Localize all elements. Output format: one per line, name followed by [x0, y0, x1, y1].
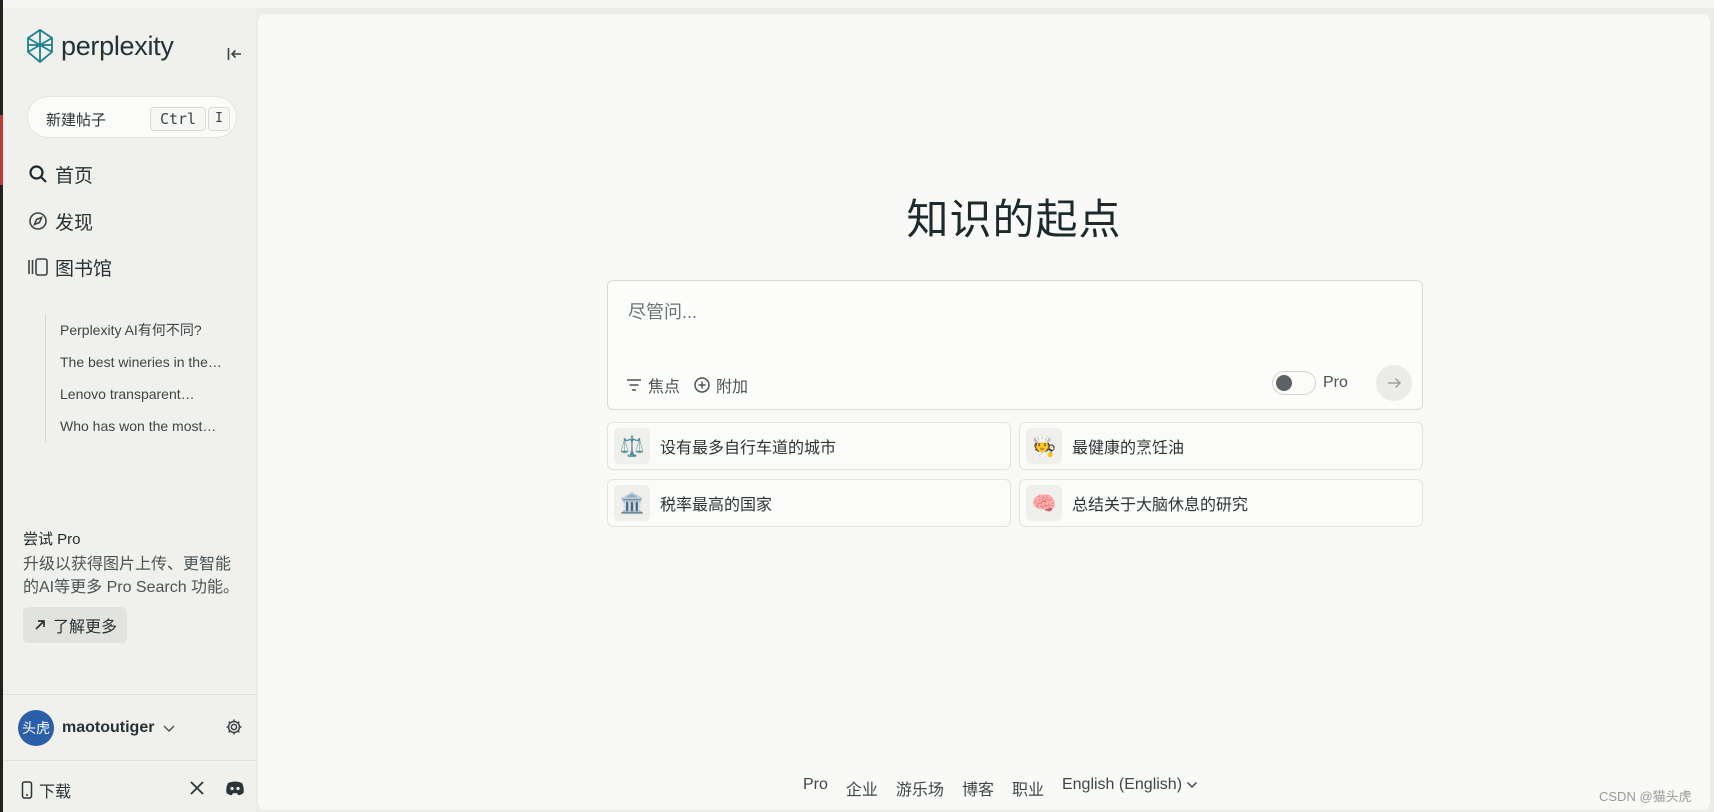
x-logo-icon — [190, 781, 204, 795]
attach-button[interactable]: 附加 — [694, 373, 748, 397]
logo[interactable]: perplexity — [25, 28, 174, 64]
suggestion-text: 总结关于大脑休息的研究 — [1072, 497, 1249, 514]
library-thread-list: Perplexity AI有何不同? The best wineries in … — [45, 314, 246, 442]
chevron-down-icon — [163, 725, 175, 733]
collapse-icon — [227, 48, 241, 60]
watermark: CSDN @猫头虎 — [1599, 789, 1692, 804]
nav-home[interactable]: 首页 — [27, 159, 93, 189]
library-item[interactable]: The best wineries in the… — [46, 346, 240, 378]
discord-icon — [226, 781, 244, 796]
footer-link-playground[interactable]: 游乐场 — [896, 776, 944, 800]
chef-icon: 🧑‍🍳 — [1026, 428, 1062, 464]
collapse-sidebar-button[interactable] — [225, 44, 245, 64]
nav-library[interactable]: 图书馆 — [27, 252, 112, 282]
promo-title: 尝试 Pro — [23, 531, 81, 548]
settings-button[interactable] — [225, 718, 245, 738]
main-panel: 知识的起点 焦点 附加 Pro ⚖️ 设有最多自行车道的城市 🧑‍🍳 最健康的烹… — [258, 14, 1710, 810]
download-button[interactable]: 下载 — [21, 778, 71, 802]
focus-button[interactable]: 焦点 — [626, 373, 680, 397]
submit-button[interactable] — [1376, 365, 1412, 401]
focus-label: 焦点 — [648, 379, 681, 396]
library-item[interactable]: Lenovo transparent… — [46, 378, 240, 410]
pro-label: Pro — [1323, 374, 1348, 391]
divider — [3, 694, 256, 695]
suggestion-text: 设有最多自行车道的城市 — [660, 440, 837, 457]
shortcut-key-ctrl: Ctrl — [150, 107, 206, 131]
suggestion-text: 最健康的烹饪油 — [1072, 440, 1185, 457]
username: maotoutiger — [62, 719, 155, 736]
language-label: English (English) — [1061, 776, 1183, 793]
filter-icon — [627, 379, 641, 391]
classical-building-icon: 🏛️ — [614, 485, 650, 521]
scales-icon: ⚖️ — [614, 428, 650, 464]
search-icon — [27, 163, 49, 185]
suggestion-text: 税率最高的国家 — [660, 497, 773, 514]
pro-toggle[interactable] — [1272, 371, 1316, 395]
footer-link-blog[interactable]: 博客 — [962, 776, 994, 800]
toggle-knob — [1276, 375, 1292, 391]
ask-box: 焦点 附加 Pro — [607, 280, 1423, 410]
new-thread-button[interactable]: 新建帖子 Ctrl I — [27, 96, 237, 138]
divider — [3, 760, 256, 761]
discord-link[interactable] — [225, 780, 247, 798]
plus-circle-icon — [694, 377, 710, 393]
arrow-up-right-icon — [35, 620, 45, 630]
library-item[interactable]: Who has won the most… — [46, 410, 240, 442]
chevron-down-icon — [1187, 781, 1198, 789]
ask-input[interactable] — [626, 301, 1230, 324]
language-selector[interactable]: English (English) — [1062, 776, 1199, 800]
library-item[interactable]: Perplexity AI有何不同? — [46, 314, 240, 346]
page-title: 知识的起点 — [906, 196, 1122, 243]
nav-library-label: 图书馆 — [55, 258, 113, 280]
suggestion-chip[interactable]: 🧠 总结关于大脑休息的研究 — [1019, 479, 1423, 527]
library-icon — [27, 256, 49, 278]
avatar: 头虎 — [18, 710, 54, 746]
suggestion-chip[interactable]: ⚖️ 设有最多自行车道的城市 — [607, 422, 1011, 470]
footer-links: Pro 企业 游乐场 博客 职业 English (English) — [803, 776, 1198, 800]
pro-promo: 尝试 Pro 升级以获得图片上传、更智能的AI等更多 Pro Search 功能… — [23, 528, 243, 643]
user-menu[interactable]: 头虎 maotoutiger — [18, 710, 176, 746]
promo-description: 升级以获得图片上传、更智能的AI等更多 Pro Search 功能。 — [23, 556, 240, 596]
nav-home-label: 首页 — [55, 165, 94, 187]
brain-icon: 🧠 — [1026, 485, 1062, 521]
nav-discover-label: 发现 — [55, 212, 94, 234]
arrow-right-icon — [1388, 377, 1401, 389]
footer-link-careers[interactable]: 职业 — [1012, 776, 1044, 800]
compass-icon — [27, 210, 49, 232]
suggestion-chip[interactable]: 🧑‍🍳 最健康的烹饪油 — [1019, 422, 1423, 470]
footer-link-enterprise[interactable]: 企业 — [846, 776, 878, 800]
shortcut-key-i: I — [208, 107, 230, 131]
footer-link-pro[interactable]: Pro — [803, 776, 828, 800]
x-social-link[interactable] — [189, 780, 207, 798]
sidebar: perplexity 新建帖子 Ctrl I 首页 发现 图书馆 Perplex… — [3, 8, 256, 812]
nav-discover[interactable]: 发现 — [27, 206, 93, 236]
window-top-strip — [0, 0, 1714, 8]
attach-label: 附加 — [716, 379, 749, 396]
learn-more-label: 了解更多 — [53, 619, 118, 636]
suggestion-chip[interactable]: 🏛️ 税率最高的国家 — [607, 479, 1011, 527]
logo-text: perplexity — [61, 30, 174, 61]
perplexity-logo-icon — [27, 28, 53, 64]
learn-more-button[interactable]: 了解更多 — [23, 607, 128, 643]
phone-icon — [21, 781, 33, 799]
download-label: 下载 — [39, 784, 72, 801]
gear-icon — [226, 719, 242, 735]
new-thread-label: 新建帖子 — [46, 112, 107, 129]
